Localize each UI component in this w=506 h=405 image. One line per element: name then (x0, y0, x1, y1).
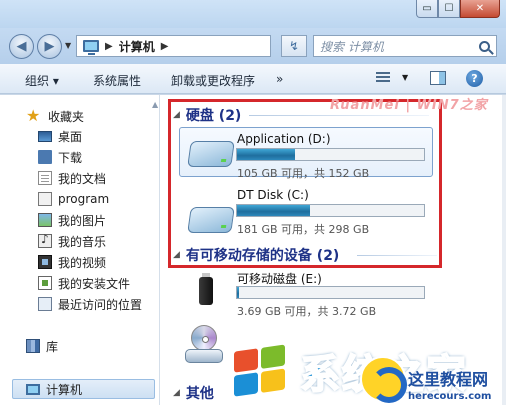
sidebar-item-computer[interactable]: 计算机 (26, 379, 82, 399)
group-header-other[interactable]: ◢ 其他 (173, 383, 214, 403)
refresh-icon: ↯ (288, 39, 300, 53)
video-icon (38, 255, 52, 269)
watermark-brand-en: herecours.com (408, 391, 492, 402)
more-commands-button[interactable]: » (276, 72, 283, 86)
sidebar-item-label: 桌面 (58, 129, 83, 144)
back-button[interactable]: ◀ (9, 34, 34, 59)
vertical-scrollbar[interactable] (502, 95, 506, 405)
sidebar-item-my-videos[interactable]: 我的视频 (38, 252, 106, 272)
maximize-button[interactable]: ☐ (438, 0, 460, 18)
preview-pane-icon[interactable] (430, 71, 446, 85)
install-folder-icon (38, 276, 52, 290)
sidebar-item-my-music[interactable]: 我的音乐 (38, 231, 106, 251)
minimize-button[interactable]: ▭ (416, 0, 438, 18)
sidebar-item-libraries[interactable]: 库 (26, 336, 58, 356)
search-input[interactable]: 搜索 计算机 (313, 35, 497, 57)
sidebar-item-label: 最近访问的位置 (58, 297, 143, 312)
document-icon (38, 171, 52, 185)
red-annotation-box (168, 99, 442, 268)
organize-button[interactable]: 组织 ▾ (25, 72, 59, 89)
sidebar-item-label: 我的文档 (58, 171, 107, 186)
pictures-icon (38, 213, 52, 227)
collapse-triangle-icon[interactable]: ◢ (173, 388, 180, 398)
sidebar-item-my-pictures[interactable]: 我的图片 (38, 210, 106, 230)
view-options-dropdown[interactable]: ▼ (402, 73, 408, 82)
search-placeholder: 搜索 计算机 (320, 39, 384, 54)
sidebar-item-label: 我的图片 (58, 213, 107, 228)
watermark-top: RuanMei | WIN7之家 (330, 98, 488, 113)
watermark-brand-cn: 这里教程网 (408, 370, 489, 389)
sidebar-item-recent-places[interactable]: 最近访问的位置 (38, 294, 142, 314)
sidebar-item-label: program (58, 192, 110, 206)
star-icon: ★ (26, 106, 41, 125)
sidebar-item-label: 我的音乐 (58, 234, 107, 249)
sidebar-item-label: 下载 (58, 150, 83, 165)
sidebar-item-label: 收藏夹 (48, 109, 85, 124)
desktop-icon (38, 130, 52, 142)
uninstall-program-button[interactable]: 卸载或更改程序 (171, 72, 255, 89)
help-icon[interactable]: ? (466, 70, 483, 87)
sidebar-item-my-install-files[interactable]: 我的安装文件 (38, 273, 130, 293)
recent-pages-dropdown[interactable]: ▼ (65, 41, 71, 50)
close-button[interactable]: ✕ (460, 0, 500, 18)
watermark-logo-icon (360, 356, 407, 403)
navigation-bar: ◀ ▶ ▼ ▶ 计算机 ▶ ↯ 搜索 计算机 (0, 28, 506, 64)
window-titlebar: ▭ ☐ ✕ (0, 0, 506, 28)
windows-flag-logo (226, 340, 296, 400)
sidebar-item-label: 库 (46, 339, 59, 354)
drive-usage-fill (237, 287, 239, 298)
forward-arrow-icon: ▶ (44, 39, 55, 54)
sidebar-item-label: 我的视频 (58, 255, 107, 270)
drive-free-space-e: 3.69 GB 可用，共 3.72 GB (237, 305, 377, 318)
back-arrow-icon: ◀ (16, 39, 27, 54)
library-icon (26, 339, 40, 353)
view-options-icon[interactable] (376, 72, 390, 85)
windows-flag-icon (234, 344, 286, 397)
scroll-up-arrow[interactable]: ▲ (152, 100, 158, 109)
usb-drive-icon[interactable] (193, 273, 219, 309)
document-icon (38, 192, 52, 206)
breadcrumb-separator[interactable]: ▶ (105, 41, 113, 52)
sidebar-item-program[interactable]: program (38, 189, 109, 209)
drive-name-e[interactable]: 可移动磁盘 (E:) (237, 270, 322, 287)
cd-drive-icon[interactable] (183, 325, 223, 365)
breadcrumb-separator-trailing[interactable]: ▶ (161, 41, 169, 52)
sidebar-item-desktop[interactable]: 桌面 (38, 126, 82, 146)
computer-icon (26, 383, 40, 395)
sidebar-item-label: 我的安装文件 (58, 276, 131, 291)
command-toolbar: 组织 ▾ 系统属性 卸载或更改程序 » ▼ ? (0, 64, 506, 94)
sidebar-item-favorites[interactable]: ★ 收藏夹 (26, 106, 84, 126)
drive-usage-bar-e (236, 286, 425, 299)
music-icon (38, 232, 52, 248)
recent-places-icon (38, 297, 52, 311)
watermark-brand: 这里教程网 herecours.com (408, 366, 504, 402)
forward-button[interactable]: ▶ (37, 34, 62, 59)
sidebar-item-label: 计算机 (46, 382, 83, 397)
sidebar-item-downloads[interactable]: 下载 (38, 147, 82, 167)
search-icon[interactable] (479, 40, 490, 52)
downloads-icon (38, 150, 52, 164)
group-heading-text: 其他 (185, 386, 214, 402)
address-bar[interactable]: ▶ 计算机 ▶ (76, 35, 271, 57)
computer-icon (83, 40, 99, 55)
system-properties-button[interactable]: 系统属性 (93, 72, 141, 89)
refresh-button[interactable]: ↯ (281, 35, 307, 57)
breadcrumb-computer[interactable]: 计算机 (119, 38, 155, 55)
navigation-pane: ▲ ★ 收藏夹 桌面 下载 我的文档 program 我的图片 我的音乐 我的视… (0, 95, 160, 405)
sidebar-item-my-documents[interactable]: 我的文档 (38, 168, 106, 188)
window-controls: ▭ ☐ ✕ (416, 0, 500, 18)
